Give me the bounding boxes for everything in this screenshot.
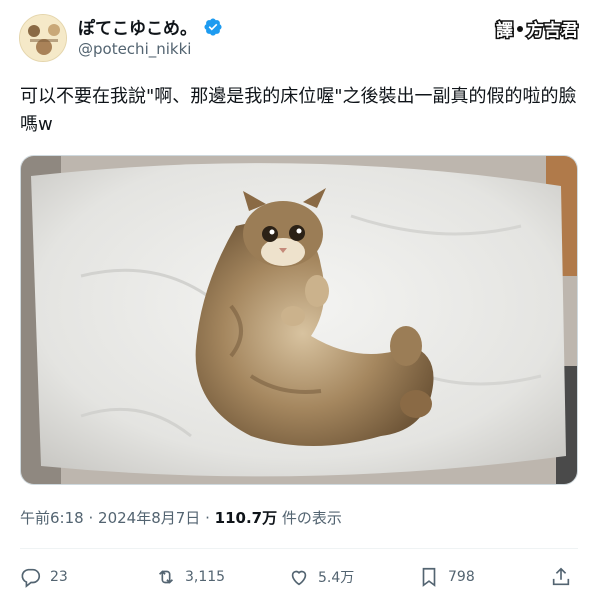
share-icon: [552, 567, 570, 586]
tweet-meta: 午前6:18 · 2024年8月7日 · 110.7万 件の表示: [20, 507, 342, 528]
watermark-right: 方吉君: [526, 20, 580, 43]
meta-separator: ·: [88, 509, 94, 527]
author-name-row[interactable]: ぽてこゆこめ。: [78, 14, 223, 39]
bookmark-icon: [422, 567, 436, 587]
tweet-time[interactable]: 午前6:18: [20, 509, 84, 527]
like-count: 5.4万: [318, 570, 355, 586]
author-handle[interactable]: @potechi_nikki: [78, 40, 191, 58]
reply-button[interactable]: 23: [20, 566, 68, 588]
views-count[interactable]: 110.7万: [215, 509, 277, 527]
tweet-text: 可以不要在我說"啊、那邊是我的床位喔"之後裝出一副真的假的啦的臉嗎w: [20, 86, 577, 135]
repost-icon: [158, 570, 174, 584]
avatar[interactable]: [19, 14, 67, 62]
divider: [20, 548, 578, 549]
reply-count: 23: [50, 569, 68, 585]
share-button[interactable]: [550, 566, 572, 588]
watermark-dot: [517, 25, 523, 32]
tweet-date[interactable]: 2024年8月7日: [98, 509, 200, 527]
verified-badge-icon: [204, 17, 222, 36]
heart-icon: [291, 570, 307, 586]
watermark: 譯 方吉君: [495, 16, 580, 43]
bookmark-count: 798: [448, 569, 475, 585]
repost-button[interactable]: 3,115: [155, 566, 225, 588]
views-label: 件の表示: [281, 509, 342, 527]
reply-icon: [21, 568, 41, 588]
meta-separator: ·: [205, 509, 210, 527]
action-bar: 23 3,115 5.4万 798: [20, 566, 578, 594]
cat-lying-on-white-pillow-photo: [21, 156, 577, 484]
author-display-name[interactable]: ぽてこゆこめ。: [78, 14, 197, 39]
repost-count: 3,115: [185, 569, 226, 585]
bookmark-button[interactable]: 798: [418, 566, 475, 588]
cat-avatar-icon: [20, 15, 66, 61]
watermark-left: 譯: [495, 20, 515, 43]
like-button[interactable]: 5.4万: [288, 566, 354, 588]
tweet-media[interactable]: [20, 155, 578, 485]
